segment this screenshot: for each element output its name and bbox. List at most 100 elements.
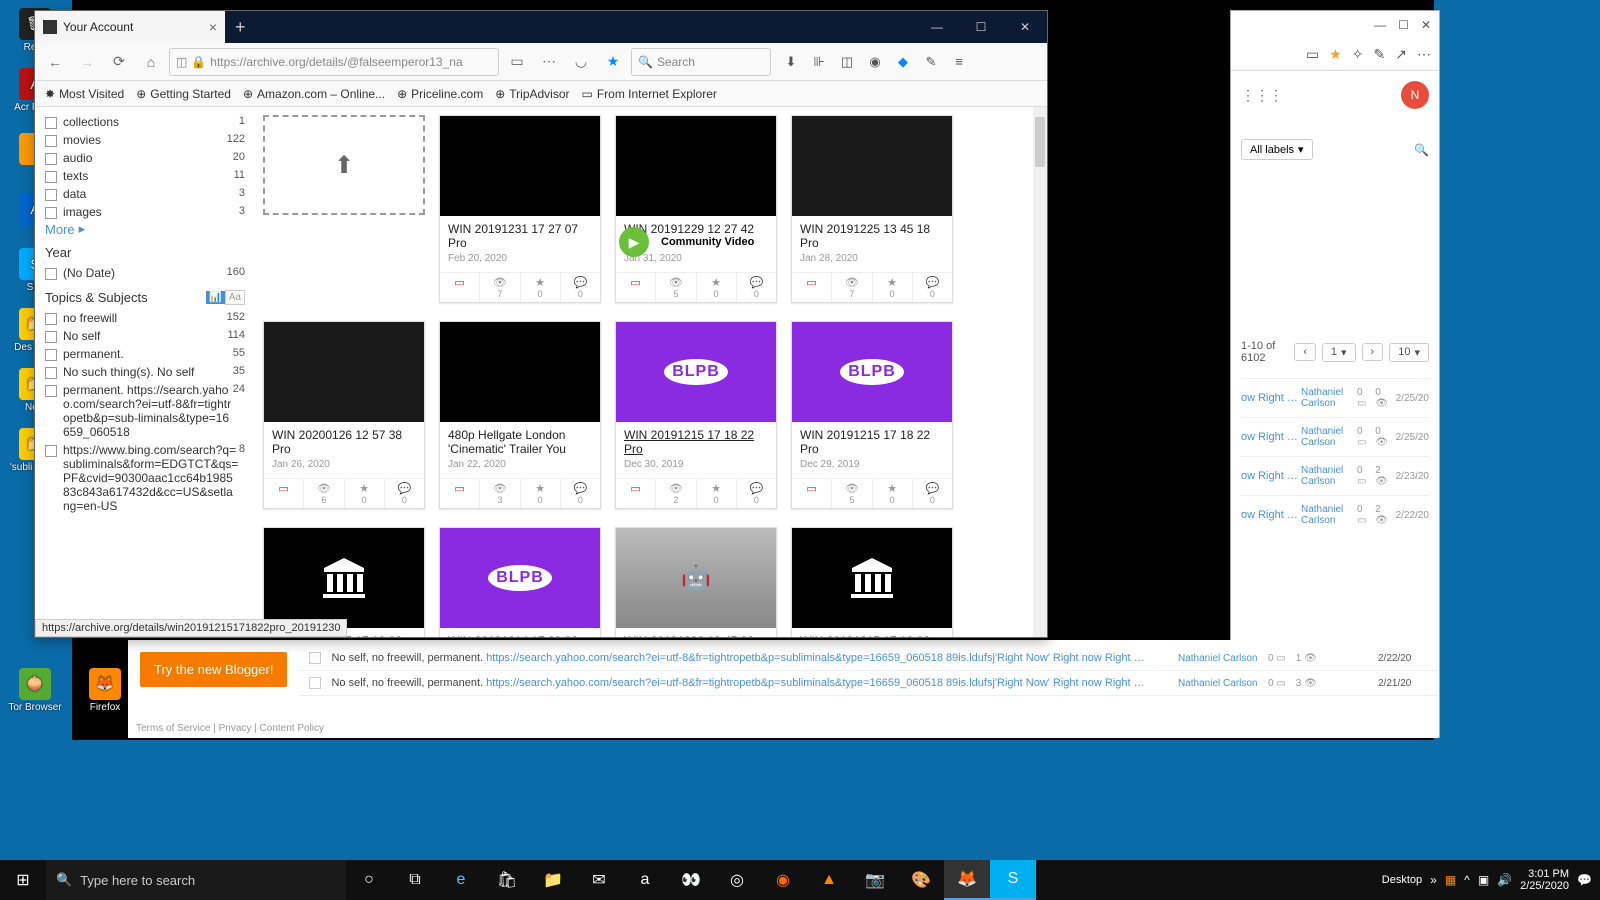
list-item[interactable]: ow Right …Nathaniel Carlson0 ▭2 👁2/23/20 [1241,456,1429,495]
post-author[interactable]: Nathaniel Carlson [1178,678,1268,689]
store-icon[interactable]: 🛍 [484,860,530,900]
result-card[interactable]: WIN 20191229 12 27 42 ProJan 31, 2020▭👁5… [615,115,777,303]
apps-icon[interactable]: ⋮⋮⋮ [1241,87,1283,104]
checkbox[interactable] [309,677,321,689]
filter-row[interactable]: movies122 [45,131,245,149]
ext-icon[interactable]: ✧ [1352,46,1364,63]
network-icon[interactable]: ▣ [1478,873,1489,887]
amazon-icon[interactable]: a [622,860,668,900]
bookmark-item[interactable]: ⊕ Amazon.com – Online... [243,87,385,101]
list-item[interactable]: ow Right …Nathaniel Carlson0 ▭0 👁2/25/20 [1241,417,1429,456]
reader-icon[interactable]: ▭ [503,48,531,76]
explorer-icon[interactable]: 📁 [530,860,576,900]
tray-icon[interactable]: ▦ [1445,873,1456,887]
list-item[interactable]: ow Right …Nathaniel Carlson0 ▭2 👁2/22/20 [1241,495,1429,534]
card-title[interactable]: WIN 20200126 12 57 38 Pro [272,428,416,457]
prev-button[interactable]: ‹ [1294,343,1316,361]
search-bar[interactable]: 🔍 Search [631,48,771,76]
card-title[interactable]: WIN 20191225 13 45 18 Pro [800,222,944,251]
camera-icon[interactable]: 📷 [852,860,898,900]
star-icon[interactable]: ★ [599,48,627,76]
checkbox[interactable] [45,189,57,201]
bookmark-item[interactable]: ⊕ TripAdvisor [495,87,569,101]
filter-row[interactable]: (No Date)160 [45,264,245,282]
result-card[interactable]: 🤖WIN 20191206 18 45 28 ProDec 27, 2019 [615,527,777,637]
bookmark-item[interactable]: ⊕ Getting Started [136,87,231,101]
card-title[interactable]: WIN 20191215 17 18 22 Pro [624,428,768,457]
checkbox[interactable] [45,268,57,280]
community-video-badge[interactable]: ▶ Community Video [619,227,758,257]
filter-row[interactable]: No such thing(s). No self35 [45,363,245,381]
ext-icon[interactable]: ✎ [1374,46,1386,63]
download-icon[interactable]: ⬇ [779,50,803,74]
app-icon[interactable]: ◎ [714,860,760,900]
taskbar-search[interactable]: 🔍 Type here to search [46,860,346,900]
bookmark-item[interactable]: ⊕ Priceline.com [397,87,483,101]
result-card[interactable]: WIN 20200126 12 57 38 ProJan 26, 2020▭👁6… [263,321,425,509]
tripadvisor-icon[interactable]: 👀 [668,860,714,900]
edge-icon[interactable]: e [438,860,484,900]
minimize-button[interactable]: — [915,11,959,43]
share-icon[interactable]: ↗ [1395,46,1407,63]
filter-row[interactable]: audio20 [45,149,245,167]
filter-row[interactable]: data3 [45,185,245,203]
cortana-icon[interactable]: ○ [346,860,392,900]
mail-icon[interactable]: ✉ [576,860,622,900]
pocket-icon[interactable]: ◡ [567,48,595,76]
maximize-button[interactable]: ☐ [959,11,1003,43]
labels-dropdown[interactable]: All labels ▾ [1241,139,1313,160]
reload-button[interactable]: ⟳ [105,48,133,76]
start-button[interactable]: ⊞ [0,860,46,900]
checkbox[interactable] [45,135,57,147]
avatar[interactable]: N [1401,81,1429,109]
perpage-select[interactable]: 10 ▾ [1389,343,1429,362]
minimize-button[interactable]: — [1374,18,1386,32]
post-row[interactable]: No self, no freewill, permanent. https:/… [299,671,1438,696]
close-button[interactable]: ✕ [1003,11,1047,43]
card-title[interactable]: WIN 20191215 17 18 22 Pro [800,634,944,637]
checkbox[interactable] [45,331,57,343]
more-icon[interactable]: ⋯ [535,48,563,76]
sidebar-icon[interactable]: ◫ [835,50,859,74]
taskview-icon[interactable]: ⧉ [392,860,438,900]
ext-icon[interactable]: ✎ [919,50,943,74]
bookmark-item[interactable]: ✸ Most Visited [45,87,124,101]
filter-row[interactable]: no freewill152 [45,309,245,327]
checkbox[interactable] [45,153,57,165]
scrollbar[interactable] [1033,107,1047,637]
close-tab-icon[interactable]: × [209,19,217,35]
checkbox[interactable] [45,117,57,129]
clock[interactable]: 3:01 PM 2/25/2020 [1520,868,1569,892]
home-button[interactable]: ⌂ [137,48,165,76]
checkbox[interactable] [45,171,57,183]
notifications-icon[interactable]: 💬 [1577,873,1592,887]
list-item[interactable]: ow Right …Nathaniel Carlson0 ▭0 👁2/25/20 [1241,378,1429,417]
upload-card[interactable]: ⬆ [263,115,425,303]
paint-icon[interactable]: 🎨 [898,860,944,900]
library-icon[interactable]: ⊪ [807,50,831,74]
volume-icon[interactable]: 🔊 [1497,873,1512,887]
menu-icon[interactable]: ⋯ [1417,46,1431,63]
tray-chevron-up[interactable]: ^ [1464,873,1470,887]
filter-row[interactable]: permanent. https://search.yahoo.com/sear… [45,381,245,441]
result-card[interactable]: WIN 20191231 17 27 07 ProFeb 20, 2020▭👁7… [439,115,601,303]
card-title[interactable]: WIN 20191231 17 27 07 Pro [448,222,592,251]
checkbox[interactable] [45,349,57,361]
result-card[interactable]: BLPBWIN 20191215 17 18 22 ProDec 29, 201… [791,321,953,509]
page-select[interactable]: 1 ▾ [1322,343,1356,362]
post-row[interactable]: No self, no freewill, permanent. https:/… [299,646,1438,671]
filter-row[interactable]: permanent.55 [45,345,245,363]
skype-icon[interactable]: S [990,860,1036,900]
bookmark-item[interactable]: ▭ From Internet Explorer [582,87,717,101]
post-title[interactable]: No self, no freewill, permanent. https:/… [331,652,1178,664]
next-button[interactable]: › [1362,343,1384,361]
maximize-button[interactable]: ☐ [1398,18,1409,32]
browser-tab[interactable]: Your Account × [35,11,225,43]
footer-links[interactable]: Terms of Service | Privacy | Content Pol… [136,723,324,734]
tray-chevron[interactable]: » [1430,873,1437,887]
filter-row[interactable]: No self114 [45,327,245,345]
checkbox[interactable] [45,367,57,379]
card-title[interactable]: WIN 20191206 18 45 28 Pro [624,634,768,637]
back-button[interactable]: ← [41,48,69,76]
checkbox[interactable] [45,385,57,397]
